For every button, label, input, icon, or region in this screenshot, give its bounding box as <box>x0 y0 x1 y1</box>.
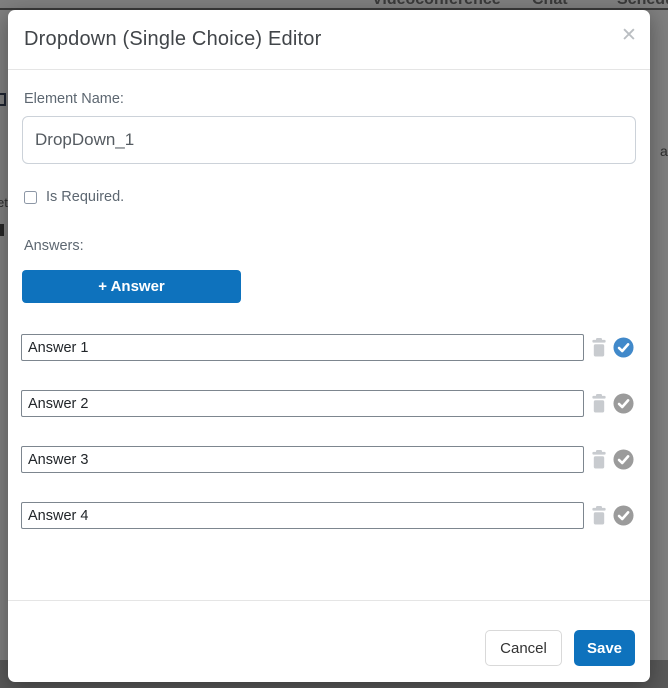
element-name-label: Element Name: <box>24 91 124 107</box>
delete-answer-icon[interactable] <box>592 338 606 357</box>
dropdown-editor-dialog: Dropdown (Single Choice) Editor ✕ Elemen… <box>8 10 650 682</box>
answer-row <box>21 334 634 361</box>
is-required-label: Is Required. <box>46 189 124 205</box>
is-required-checkbox[interactable] <box>24 191 37 204</box>
answers-label: Answers: <box>24 238 84 254</box>
confirm-answer-icon[interactable] <box>613 393 634 414</box>
confirm-answer-icon[interactable] <box>613 449 634 470</box>
add-answer-button[interactable]: + Answer <box>22 270 241 303</box>
delete-answer-icon[interactable] <box>592 450 606 469</box>
answer-input[interactable] <box>21 334 584 361</box>
element-name-input[interactable] <box>22 116 636 164</box>
dialog-footer: Cancel Save <box>8 600 650 682</box>
answer-row <box>21 446 634 473</box>
dialog-title: Dropdown (Single Choice) Editor <box>24 28 321 51</box>
delete-answer-icon[interactable] <box>592 394 606 413</box>
answer-input[interactable] <box>21 390 584 417</box>
answer-row <box>21 502 634 529</box>
confirm-answer-icon[interactable] <box>613 505 634 526</box>
is-required-row: Is Required. <box>24 189 124 205</box>
save-button[interactable]: Save <box>574 630 635 666</box>
dialog-header: Dropdown (Single Choice) Editor <box>8 10 650 70</box>
answer-row <box>21 390 634 417</box>
confirm-answer-icon[interactable] <box>613 337 634 358</box>
answer-input[interactable] <box>21 502 584 529</box>
close-icon[interactable]: ✕ <box>616 22 642 48</box>
answer-input[interactable] <box>21 446 584 473</box>
delete-answer-icon[interactable] <box>592 506 606 525</box>
cancel-button[interactable]: Cancel <box>485 630 562 666</box>
